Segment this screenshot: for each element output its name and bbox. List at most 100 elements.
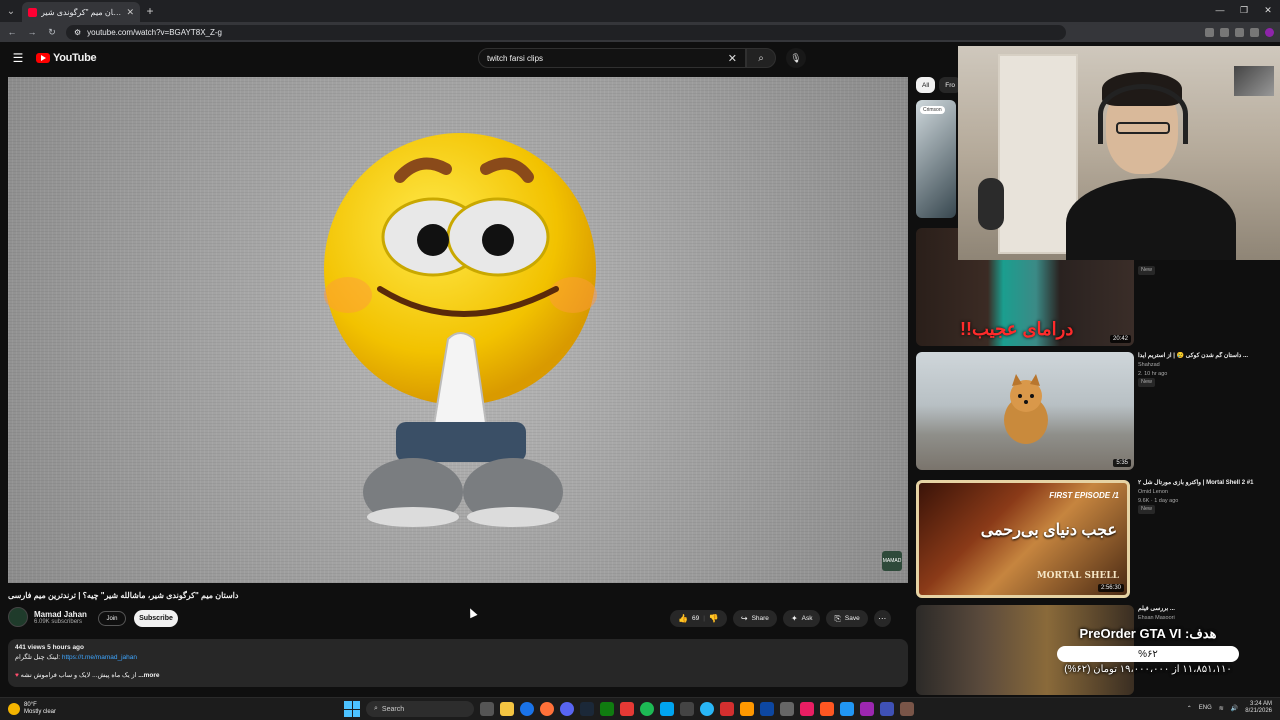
video-duration: 5:35: [1113, 459, 1131, 467]
reload-icon[interactable]: ↻: [46, 27, 58, 38]
site-info-icon[interactable]: ⚙: [74, 28, 81, 37]
url-field[interactable]: ⚙ youtube.com/watch?v=BGAYT8X_Z-g: [66, 24, 1066, 40]
taskbar-search[interactable]: ⌕ Search: [366, 701, 474, 717]
share-button[interactable]: ↪ Share: [732, 610, 777, 627]
video-title: داستان میم "کرگوندی شیر، ماشالله شیر" چی…: [8, 591, 239, 600]
extension-icon[interactable]: [1235, 27, 1244, 37]
recommendation-info[interactable]: داستان گم شدن کوکی 😢 | از استریم آیدا ..…: [1138, 352, 1278, 387]
app-icon[interactable]: [800, 702, 814, 716]
game-logo: MORTAL SHELL: [1036, 571, 1119, 581]
menu-icon[interactable]: ☰: [0, 51, 36, 65]
start-icon[interactable]: [344, 701, 360, 717]
recommendation-title[interactable]: بررسی فیلم ...: [1138, 605, 1278, 614]
extension-icon[interactable]: [1220, 27, 1229, 37]
clear-search-icon[interactable]: ✕: [728, 52, 737, 65]
more-actions-icon[interactable]: ⋯: [873, 610, 891, 627]
taskbar-apps: ⌕ Search: [344, 701, 914, 717]
extension-icon[interactable]: [1250, 27, 1259, 37]
emoji-pants: [396, 422, 526, 462]
app-icon[interactable]: [860, 702, 874, 716]
recommendation-info[interactable]: New: [1138, 266, 1278, 275]
channel-name[interactable]: Mamad Jahan: [34, 610, 87, 619]
app-icon[interactable]: [880, 702, 894, 716]
recommendation-thumbnail[interactable]: FIRST EPISODE /1 عجب دنیای بی‌رحمی MORTA…: [916, 480, 1130, 598]
wifi-icon[interactable]: ≋: [1219, 705, 1224, 712]
app-icon[interactable]: [760, 702, 774, 716]
xbox-icon[interactable]: [600, 702, 614, 716]
extension-icon[interactable]: [1205, 27, 1214, 37]
channel-watermark[interactable]: MAMAD: [882, 551, 902, 571]
show-more-link[interactable]: ...more: [138, 672, 159, 679]
profile-avatar-icon[interactable]: [1265, 27, 1274, 37]
lang-indicator[interactable]: ENG: [1199, 705, 1212, 711]
steam-icon[interactable]: [580, 702, 594, 716]
chrome-icon[interactable]: [520, 702, 534, 716]
channel-avatar[interactable]: [8, 607, 28, 627]
ask-button[interactable]: ✦ Ask: [782, 610, 821, 627]
file-explorer-icon[interactable]: [500, 702, 514, 716]
volume-icon[interactable]: 🔊: [1231, 705, 1238, 712]
video-player[interactable]: MAMAD: [8, 77, 908, 583]
recommendation-channel[interactable]: Ehsan Masoori: [1138, 614, 1278, 623]
description-box[interactable]: 441 views 5 hours ago لینک چنل تلگرام: h…: [8, 639, 908, 687]
app-icon[interactable]: [660, 702, 674, 716]
video-duration: 20:42: [1109, 335, 1131, 343]
task-view-icon[interactable]: [480, 702, 494, 716]
minimize-icon[interactable]: —: [1208, 0, 1232, 20]
maximize-icon[interactable]: ❐: [1232, 0, 1256, 20]
like-icon[interactable]: 👍: [678, 614, 688, 623]
donation-amount: ۱۱،۸۵۱،۱۱۰ از ۱۹،۰۰۰،۰۰۰ تومان (۶۲%): [1064, 664, 1232, 675]
firefox-icon[interactable]: [540, 702, 554, 716]
description-snippet: از یک ماه پیش... لایک و ساب فراموش نشه: [20, 671, 137, 679]
youtube-header: ☰ YouTube twitch farsi clips ✕ ⌕ 🎙: [0, 42, 960, 74]
telegram-icon[interactable]: [700, 702, 714, 716]
streamer-webcam-overlay: [958, 46, 1280, 260]
clock[interactable]: 3:24 AM 8/21/2026: [1245, 701, 1272, 715]
sidebar-chips: All Fro: [916, 77, 961, 93]
tray-overflow-icon[interactable]: ⌃: [1187, 705, 1192, 712]
recommendation-title[interactable]: داستان گم شدن کوکی 😢 | از استریم آیدا ..…: [1138, 352, 1278, 361]
youtube-favicon-icon: [28, 7, 37, 17]
discord-icon[interactable]: [560, 702, 574, 716]
save-button[interactable]: ⎘ Save: [826, 610, 868, 627]
like-count[interactable]: 69: [692, 615, 699, 622]
app-icon[interactable]: [720, 702, 734, 716]
recommendation-title[interactable]: واکترو بازی مورتال شل ۲ | Mortal Shell 2…: [1138, 479, 1278, 488]
recommendation-badge: Crimson: [920, 106, 945, 114]
app-icon[interactable]: [840, 702, 854, 716]
tab-close-icon[interactable]: ✕: [126, 7, 134, 18]
tab-search-icon[interactable]: ⌄: [0, 0, 22, 22]
recommendation-info[interactable]: بررسی فیلم ... Ehsan Masoori: [1138, 605, 1278, 623]
recommendation-info[interactable]: واکترو بازی مورتال شل ۲ | Mortal Shell 2…: [1138, 479, 1278, 514]
weather-widget[interactable]: 80°F Mostly clear: [0, 702, 120, 716]
spotify-icon[interactable]: [640, 702, 654, 716]
app-icon[interactable]: [740, 702, 754, 716]
youtube-logo[interactable]: YouTube: [36, 52, 97, 64]
windows-taskbar: 80°F Mostly clear ⌕ Search ⌃ ENG ≋ 🔊 3:2…: [0, 697, 1280, 720]
app-icon[interactable]: [900, 702, 914, 716]
settings-icon[interactable]: [780, 702, 794, 716]
browser-tab[interactable]: داستان میم "کرگوندی شیر"... ✕: [22, 2, 140, 22]
recommendation-thumbnail[interactable]: Crimson: [916, 100, 956, 218]
voice-search-button[interactable]: 🎙: [786, 48, 806, 68]
new-tab-button[interactable]: +: [140, 4, 160, 18]
search-button[interactable]: ⌕: [746, 48, 776, 68]
channel-owner[interactable]: Mamad Jahan 6.09K subscribers: [8, 607, 87, 627]
close-window-icon[interactable]: ✕: [1256, 0, 1280, 20]
forward-icon[interactable]: →: [26, 27, 38, 37]
join-button[interactable]: Join: [98, 611, 126, 626]
chip-all[interactable]: All: [916, 77, 936, 93]
app-icon[interactable]: [620, 702, 634, 716]
recommendation-channel[interactable]: Omid Lenon: [1138, 488, 1278, 497]
back-icon[interactable]: ←: [6, 27, 18, 37]
telegram-link[interactable]: https://t.me/mamad_jahan: [62, 654, 137, 661]
recommendation-channel[interactable]: Shahzad: [1138, 361, 1278, 370]
weather-temp: 80°F: [24, 701, 37, 708]
app-icon[interactable]: [820, 702, 834, 716]
recommendation-thumbnail[interactable]: 5:35: [916, 352, 1134, 470]
subscribe-button[interactable]: Subscribe: [134, 610, 178, 627]
app-icon[interactable]: [680, 702, 694, 716]
donation-goal-overlay: هدف: PreOrder GTA VI %۶۲ ۱۱،۸۵۱،۱۱۰ از ۱…: [1028, 626, 1268, 692]
dislike-icon[interactable]: 👎: [709, 614, 719, 623]
search-input[interactable]: twitch farsi clips ✕: [478, 48, 746, 68]
